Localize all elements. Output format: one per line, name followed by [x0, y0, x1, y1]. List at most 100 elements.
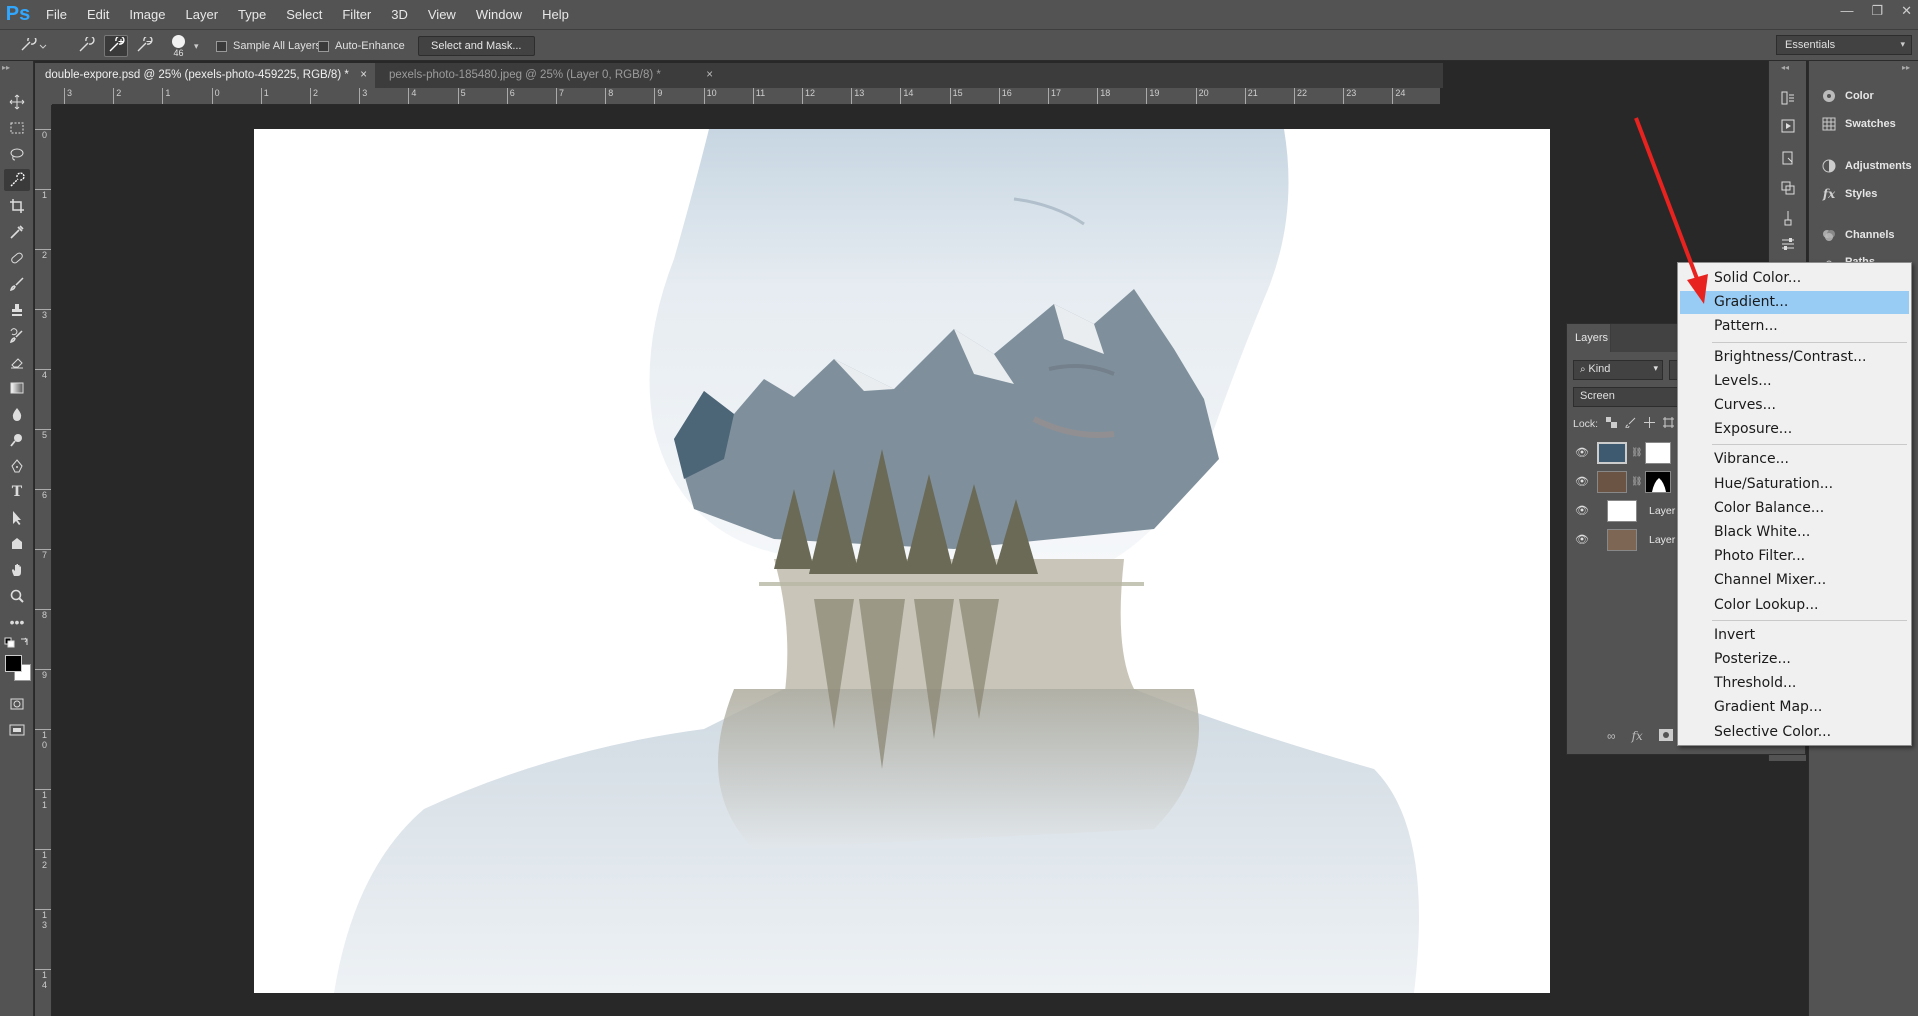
- lock-position-icon[interactable]: [1644, 417, 1656, 431]
- panel-adjustments[interactable]: Adjustments: [1821, 155, 1912, 177]
- mask-icon[interactable]: [1658, 729, 1673, 744]
- checkbox-box[interactable]: [216, 40, 227, 52]
- menu-item-channel-mixer[interactable]: Channel Mixer...: [1680, 569, 1909, 592]
- path-selection-tool[interactable]: [4, 507, 30, 529]
- shape-tool[interactable]: [4, 533, 30, 555]
- actions-panel-button[interactable]: [1775, 115, 1801, 137]
- close-window-button[interactable]: ✕: [1901, 0, 1912, 22]
- collapse-toolbar-icon[interactable]: ▸▸: [2, 63, 10, 72]
- lock-pixels-icon[interactable]: [1625, 417, 1636, 431]
- history-brush-tool[interactable]: [4, 325, 30, 347]
- menu-file[interactable]: File: [36, 0, 77, 29]
- healing-brush-tool[interactable]: [4, 247, 30, 269]
- close-tab-icon[interactable]: ×: [706, 63, 713, 88]
- eye-icon[interactable]: 👁: [1575, 533, 1589, 546]
- brush-presets-panel-button[interactable]: [1775, 207, 1801, 229]
- menu-item-selective-color[interactable]: Selective Color...: [1680, 721, 1909, 744]
- type-tool[interactable]: T: [4, 481, 30, 503]
- link-icon[interactable]: ∞: [1607, 729, 1616, 744]
- panel-channels[interactable]: Channels: [1821, 224, 1895, 246]
- menu-item-gradient-map[interactable]: Gradient Map...: [1680, 696, 1909, 719]
- brush-size-picker[interactable]: 46: [172, 30, 185, 62]
- select-and-mask-button[interactable]: Select and Mask...: [418, 36, 535, 56]
- layer-mask-thumbnail[interactable]: [1645, 441, 1672, 464]
- layer-filter-select[interactable]: ⌕ Kind ▾: [1573, 360, 1663, 380]
- lock-transparent-icon[interactable]: [1606, 417, 1618, 431]
- hand-tool[interactable]: [4, 559, 30, 581]
- close-tab-icon[interactable]: ×: [360, 63, 367, 88]
- menu-item-posterize[interactable]: Posterize...: [1680, 648, 1909, 671]
- menu-layer[interactable]: Layer: [176, 0, 229, 29]
- blur-tool[interactable]: [4, 403, 30, 425]
- menu-view[interactable]: View: [418, 0, 466, 29]
- screen-mode-button[interactable]: [4, 719, 30, 741]
- menu-select[interactable]: Select: [276, 0, 332, 29]
- expand-panels-icon[interactable]: ▸▸: [1902, 63, 1910, 72]
- move-tool[interactable]: [4, 91, 30, 113]
- quick-selection-tool[interactable]: [4, 169, 30, 191]
- new-selection-button[interactable]: [76, 30, 96, 62]
- link-icon[interactable]: ⛓: [1631, 476, 1642, 487]
- history-panel-button[interactable]: [1775, 87, 1801, 109]
- collapse-dock-icon[interactable]: ◂◂: [1781, 63, 1789, 72]
- tab-pexels-photo[interactable]: pexels-photo-185480.jpeg @ 25% (Layer 0,…: [379, 63, 719, 88]
- brush-settings-panel-button[interactable]: [1775, 233, 1801, 255]
- eye-icon[interactable]: 👁: [1575, 446, 1589, 459]
- blend-mode-select[interactable]: Screen: [1573, 387, 1683, 407]
- eye-icon[interactable]: 👁: [1575, 475, 1589, 488]
- menu-item-curves[interactable]: Curves...: [1680, 394, 1909, 417]
- menu-item-black-white[interactable]: Black White...: [1680, 521, 1909, 544]
- properties-panel-button[interactable]: [1775, 147, 1801, 169]
- menu-window[interactable]: Window: [466, 0, 532, 29]
- default-colors-icon[interactable]: [4, 637, 30, 651]
- layer-thumbnail[interactable]: [1597, 470, 1627, 493]
- menu-item-color-lookup[interactable]: Color Lookup...: [1680, 594, 1909, 617]
- subtract-from-selection-button[interactable]: [134, 30, 154, 62]
- tab-layers[interactable]: Layers: [1567, 324, 1611, 352]
- checkbox-box[interactable]: [318, 40, 329, 52]
- eye-icon[interactable]: 👁: [1575, 504, 1589, 517]
- vertical-ruler[interactable]: 0 1 2 3 4 5 6 7 8 9 1 0 1 1 1 2 1 3 1 4: [35, 105, 52, 1016]
- layer-thumbnail[interactable]: [1597, 441, 1627, 464]
- menu-type[interactable]: Type: [228, 0, 276, 29]
- canvas-area[interactable]: [53, 106, 1550, 1016]
- panel-styles[interactable]: fx Styles: [1821, 183, 1878, 205]
- menu-filter[interactable]: Filter: [332, 0, 381, 29]
- menu-edit[interactable]: Edit: [77, 0, 119, 29]
- menu-item-pattern[interactable]: Pattern...: [1680, 315, 1909, 338]
- tab-double-expore[interactable]: double-expore.psd @ 25% (pexels-photo-45…: [35, 63, 375, 88]
- restore-button[interactable]: ❐: [1871, 0, 1883, 22]
- minimize-button[interactable]: —: [1840, 0, 1853, 22]
- zoom-tool[interactable]: [4, 585, 30, 607]
- horizontal-ruler[interactable]: 3 2 1 0 1 2 3 4 5 6 7 8 9 10 11 12 13 14 15 16 17 18 19 20 21 22 2…: [52, 88, 1440, 105]
- menu-item-vibrance[interactable]: Vibrance...: [1680, 448, 1909, 471]
- quick-mask-button[interactable]: [4, 693, 30, 715]
- clone-stamp-tool[interactable]: [4, 299, 30, 321]
- menu-item-color-balance[interactable]: Color Balance...: [1680, 497, 1909, 520]
- menu-item-photo-filter[interactable]: Photo Filter...: [1680, 545, 1909, 568]
- menu-3d[interactable]: 3D: [381, 0, 418, 29]
- lock-artboard-icon[interactable]: [1663, 417, 1675, 431]
- tool-preset-picker[interactable]: [18, 30, 48, 62]
- link-icon[interactable]: ⛓: [1631, 447, 1642, 458]
- menu-help[interactable]: Help: [532, 0, 579, 29]
- panel-swatches[interactable]: Swatches: [1821, 113, 1896, 135]
- clone-source-panel-button[interactable]: [1775, 177, 1801, 199]
- menu-item-threshold[interactable]: Threshold...: [1680, 672, 1909, 695]
- menu-image[interactable]: Image: [119, 0, 175, 29]
- pen-tool[interactable]: [4, 455, 30, 477]
- menu-item-hue-saturation[interactable]: Hue/Saturation...: [1680, 473, 1909, 496]
- double-exposure-image[interactable]: [254, 129, 1550, 993]
- auto-enhance-checkbox[interactable]: Auto-Enhance: [318, 30, 405, 62]
- fx-icon[interactable]: fx: [1632, 729, 1643, 744]
- menu-item-exposure[interactable]: Exposure...: [1680, 418, 1909, 441]
- menu-item-levels[interactable]: Levels...: [1680, 370, 1909, 393]
- workspace-select[interactable]: Essentials ▾: [1776, 35, 1912, 55]
- foreground-color-swatch[interactable]: [5, 655, 22, 672]
- edit-toolbar-button[interactable]: •••: [4, 611, 30, 633]
- crop-tool[interactable]: [4, 195, 30, 217]
- layer-thumbnail[interactable]: [1607, 499, 1637, 522]
- eyedropper-tool[interactable]: [4, 221, 30, 243]
- menu-item-brightness-contrast[interactable]: Brightness/Contrast...: [1680, 346, 1909, 369]
- layer-mask-thumbnail[interactable]: [1645, 470, 1672, 493]
